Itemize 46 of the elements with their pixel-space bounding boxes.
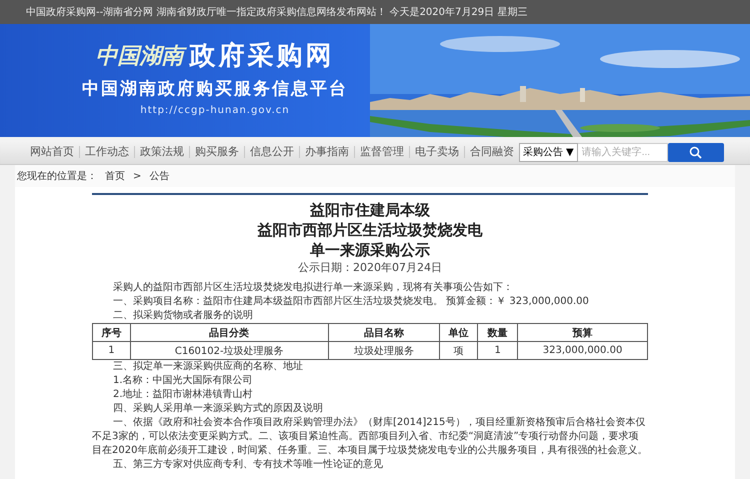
notice-paragraph: 采购人的益阳市西部片区生活垃圾焚烧发电拟进行单一来源采购，现将有关事项公告如下：: [112, 281, 514, 295]
notice-title: 益阳市住建局本级: [309, 200, 431, 220]
nav-link[interactable]: 政策法规: [135, 146, 190, 158]
notice-paragraph: 四、采购人采用单一来源采购方式的原因及说明: [112, 402, 324, 416]
search-icon: [689, 146, 702, 158]
notice-paragraph: 一、依据《政府和社会资本合作项目政府采购管理办法》（财库[2014]215号），项目经重新资格预审后合格社会资本仅不足3家的，可以依法变更采购方式。二、该项目紧迫性高。西部项目列入省、市纪委“洞庭清波”专项行动督办问题，要求项目在2020年底前必须开工建设，时间紧、任务重。三、本项目属于垃圾焚烧发电专业的公共服务项目，具有很强的社会意义。: [92, 416, 648, 458]
table-cell: 1: [92, 342, 130, 360]
notice-paragraph: 五、第三方专家对供应商专利、专有技术等唯一性论证的意见: [112, 458, 384, 472]
nav-link[interactable]: 电子卖场: [410, 146, 465, 158]
column-header: 序号: [92, 324, 130, 342]
nav-link[interactable]: 办事指南: [300, 146, 355, 158]
notice-paragraph: 1.名称：中国光大国际有限公司: [112, 374, 254, 388]
notice-paragraph: 一、采购项目名称：益阳市住建局本级益阳市西部片区生活垃圾焚烧发电。 预算金额：￥ 323,000,000.00: [112, 295, 590, 309]
nav-link[interactable]: 信息公开: [245, 146, 300, 158]
site-name: 政府采购网: [190, 40, 334, 73]
search-button[interactable]: [668, 142, 724, 162]
notice-paragraph: 二、拟采购货物或者服务的说明: [112, 309, 254, 323]
column-header: 单位: [440, 324, 478, 342]
table-cell: 项: [440, 342, 478, 360]
category-select[interactable]: 采购公告 ▼: [519, 142, 578, 162]
nav-link[interactable]: 工作动态: [80, 146, 135, 158]
breadcrumb-label: 您现在的位置是：: [17, 170, 97, 183]
nav-link[interactable]: 购买服务: [190, 146, 245, 158]
notice-title: 益阳市西部片区生活垃圾焚烧发电: [256, 220, 484, 240]
top-bar-text: 中国政府采购网--湖南省分网 湖南省财政厅唯一指定政府采购信息网络发布网站！ 今天是2020年7月29日 星期三: [26, 6, 528, 19]
notice-paragraph: 三、拟定单一来源采购供应商的名称、地址: [112, 360, 304, 374]
column-header: 品目名称: [328, 324, 440, 342]
notice-date: 公示日期：2020年07月24日: [297, 260, 443, 276]
table-cell: 1: [478, 342, 518, 360]
nav-link[interactable]: 监督管理: [355, 146, 410, 158]
search-field[interactable]: 请输入关键字...: [578, 142, 668, 162]
notice-title: 单一来源采购公示: [309, 240, 431, 260]
breadcrumb-link[interactable]: 公告: [149, 169, 170, 183]
nav-link[interactable]: 合同融资: [465, 146, 519, 158]
column-header: 品目分类: [130, 324, 328, 342]
table-cell: C160102-垃圾处理服务: [130, 342, 328, 360]
table-cell: 垃圾处理服务: [328, 342, 440, 360]
nav-link[interactable]: 网站首页: [25, 146, 80, 158]
table-cell: 323,000,000.00: [518, 342, 648, 360]
breadcrumb-separator: >: [133, 170, 142, 182]
site-subtitle: 中国湖南政府购买服务信息平台: [82, 78, 348, 100]
notice-paragraph: 2.地址：益阳市谢林港镇青山村: [112, 388, 254, 402]
site-url: http://ccgp-hunan.gov.cn: [140, 105, 290, 116]
breadcrumb-link[interactable]: 首页: [105, 169, 125, 183]
column-header: 数量: [478, 324, 518, 342]
column-header: 预算: [518, 324, 648, 342]
